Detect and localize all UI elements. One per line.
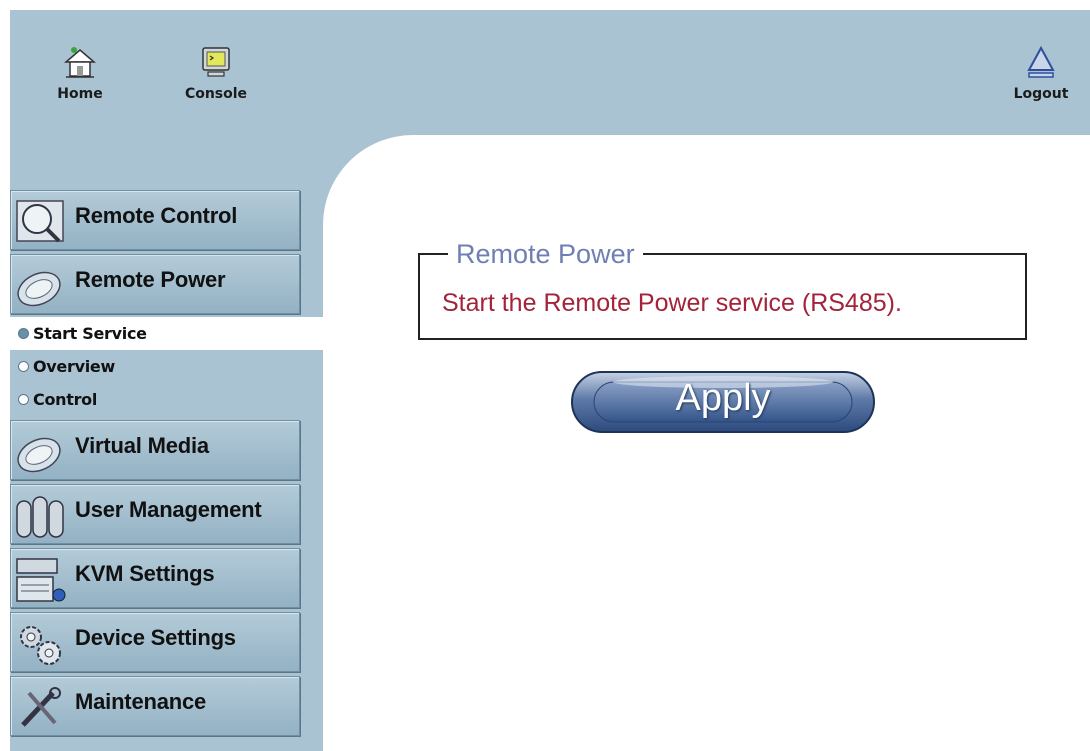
sidebar-item-label: KVM Settings: [75, 561, 215, 586]
legend-dash: [428, 253, 444, 255]
sidebar-item-label: User Management: [75, 497, 262, 522]
sidebar-item-maintenance[interactable]: Maintenance: [10, 676, 300, 736]
submenu-item-label: Overview: [33, 357, 115, 376]
apply-label: Apply: [675, 377, 771, 419]
home-label: Home: [57, 86, 103, 102]
home-icon: [63, 47, 97, 78]
section-title: Remote Power: [448, 239, 643, 270]
submenu-item-label: Start Service: [33, 324, 147, 343]
console-label: Console: [184, 86, 248, 102]
sidebar-item-remote-power[interactable]: Remote Power: [10, 254, 300, 314]
console-button[interactable]: Console: [176, 44, 256, 102]
remote-power-submenu: Start Service Overview Control: [10, 317, 323, 416]
sidebar-item-kvm-settings[interactable]: KVM Settings: [10, 548, 300, 608]
sidebar-item-device-settings[interactable]: Device Settings: [10, 612, 300, 672]
logout-label: Logout: [1013, 86, 1069, 102]
content-area: [323, 135, 1090, 751]
sidebar-item-label: Remote Power: [75, 267, 226, 292]
tools-icon: [21, 687, 61, 727]
sidebar-item-label: Maintenance: [75, 689, 207, 714]
sidebar-item-label: Remote Control: [75, 203, 238, 228]
apply-button[interactable]: Apply: [570, 368, 876, 436]
bullet-icon: [18, 361, 29, 372]
bullet-icon: [18, 394, 29, 405]
users-icon: [16, 496, 64, 538]
submenu-item-control[interactable]: Control: [10, 383, 323, 416]
remote-power-fieldset: Remote Power Start the Remote Power serv…: [418, 239, 1027, 340]
sidebar-item-remote-control[interactable]: Remote Control: [10, 190, 300, 250]
submenu-item-overview[interactable]: Overview: [10, 350, 323, 383]
monitor-icon: [202, 47, 230, 77]
keyboard-monitor-icon: [16, 558, 66, 602]
sidebar-item-user-management[interactable]: User Management: [10, 484, 300, 544]
bullet-icon: [18, 328, 29, 339]
service-message: Start the Remote Power service (RS485).: [442, 289, 902, 317]
gears-icon: [20, 626, 61, 665]
eject-icon: [1027, 45, 1055, 78]
sidebar-item-label: Device Settings: [75, 625, 236, 650]
magnifier-screen-icon: [16, 200, 64, 243]
submenu-item-label: Control: [33, 390, 98, 409]
sidebar-item-virtual-media[interactable]: Virtual Media: [10, 420, 300, 480]
disk-icon: [17, 271, 61, 307]
disk-icon: [17, 437, 61, 473]
home-button[interactable]: Home: [40, 44, 120, 102]
sidebar-menu: Remote Control Remote Power Start Servic…: [10, 190, 323, 740]
sidebar-item-label: Virtual Media: [75, 433, 209, 458]
submenu-item-start-service[interactable]: Start Service: [10, 317, 323, 350]
logout-button[interactable]: Logout: [1001, 44, 1081, 102]
